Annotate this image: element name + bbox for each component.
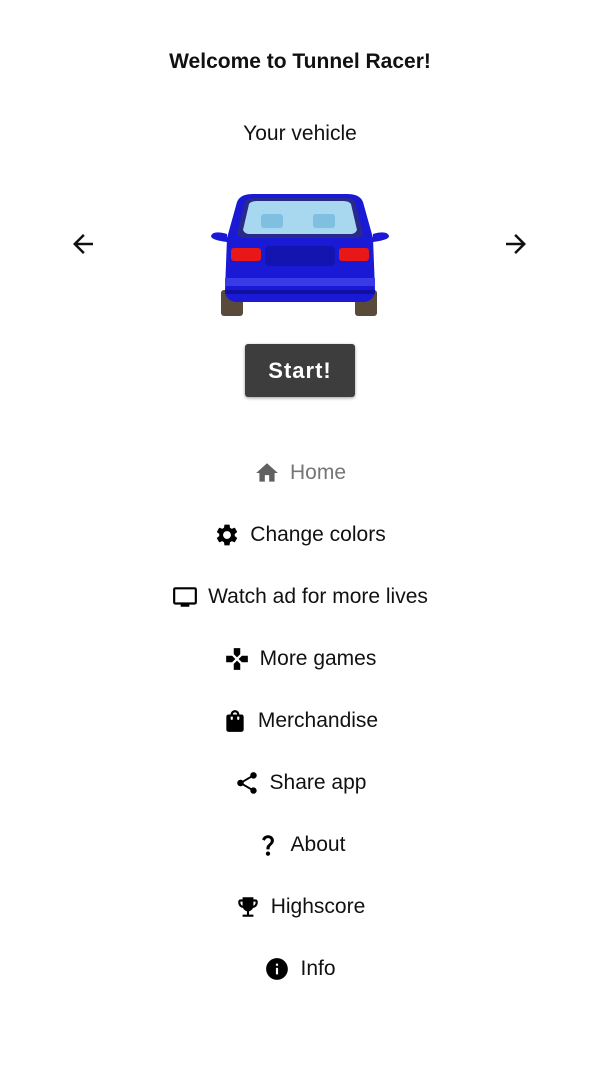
menu-item-label: Highscore (270, 895, 366, 918)
menu-item-share-app[interactable]: Share app (0, 752, 600, 814)
menu-item-watch-ad[interactable]: Watch ad for more lives (0, 566, 600, 628)
car-icon (211, 194, 389, 316)
menu-item-home[interactable]: Home (0, 442, 600, 504)
previous-vehicle-button[interactable] (68, 229, 98, 259)
menu-item-label: Watch ad for more lives (208, 585, 428, 608)
start-button[interactable]: Start! (245, 344, 355, 397)
menu-item-change-colors[interactable]: Change colors (0, 504, 600, 566)
menu-item-about[interactable]: About (0, 814, 600, 876)
gamepad-icon (225, 648, 248, 670)
trophy-icon (237, 897, 258, 917)
arrow-right-icon (506, 234, 526, 254)
menu-item-more-games[interactable]: More games (0, 628, 600, 690)
menu-item-label: Change colors (250, 523, 386, 546)
menu-item-label: Share app (269, 771, 367, 794)
menu-item-highscore[interactable]: Highscore (0, 876, 600, 938)
arrow-left-icon (73, 234, 93, 254)
next-vehicle-button[interactable] (501, 229, 531, 259)
menu-item-info[interactable]: Info (0, 938, 600, 1000)
main-menu: Home Change colors Watch ad for more liv… (0, 442, 600, 1000)
tv-icon (173, 587, 198, 607)
gear-icon (217, 524, 238, 546)
menu-item-label: About (290, 833, 346, 856)
menu-item-label: Info (300, 957, 336, 980)
home-icon (256, 463, 278, 482)
vehicle-image (205, 190, 395, 320)
menu-item-label: Merchandise (257, 709, 379, 732)
info-icon (266, 958, 289, 980)
menu-item-merchandise[interactable]: Merchandise (0, 690, 600, 752)
page-title: Welcome to Tunnel Racer! (169, 50, 431, 73)
share-icon (236, 772, 257, 794)
shopping-bag-icon (226, 710, 244, 732)
vehicle-label: Your vehicle (243, 122, 357, 145)
menu-item-label: More games (259, 647, 377, 670)
menu-item-label: Home (289, 461, 347, 484)
question-icon (261, 835, 274, 856)
